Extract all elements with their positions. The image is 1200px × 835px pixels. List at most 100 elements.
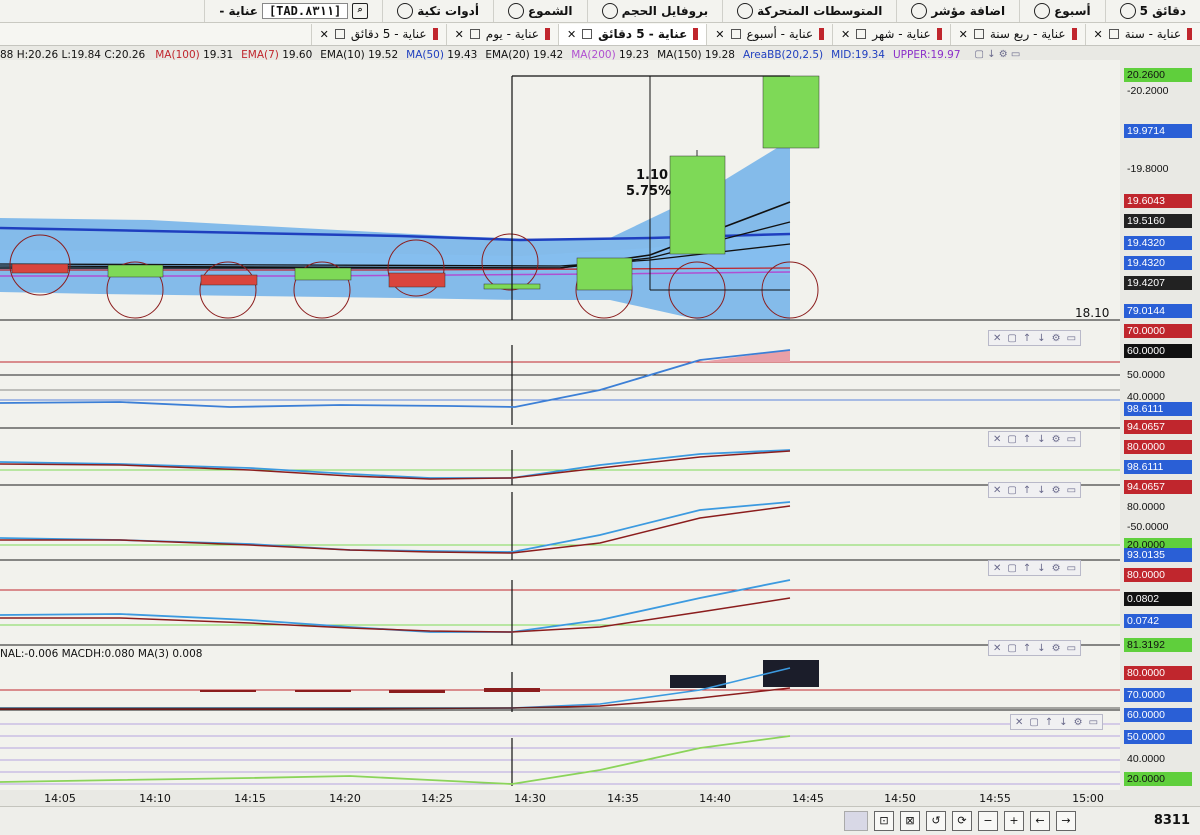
close-icon[interactable]: ✕ (993, 333, 1001, 344)
tab-2[interactable]: عناية - شهر✕ (832, 24, 950, 45)
tab-maximize-icon[interactable] (974, 29, 984, 39)
tab-label: عناية - يوم (486, 27, 539, 41)
move-up-icon[interactable]: ↑ (1045, 717, 1053, 728)
panel-controls[interactable]: ✕ ▢ ↑ ↓ ⚙ ▭ (988, 640, 1081, 656)
tab-maximize-icon[interactable] (470, 29, 480, 39)
tab-label: عناية - أسبوع (747, 27, 814, 41)
indicator-axis-label: 60.0000 (1124, 344, 1192, 358)
panel-controls[interactable]: ✕ ▢ ↑ ↓ ⚙ ▭ (988, 482, 1081, 498)
close-icon[interactable]: ✕ (1015, 717, 1023, 728)
tab-close-icon[interactable]: ✕ (841, 28, 850, 41)
move-down-icon[interactable]: ↓ (1037, 563, 1045, 574)
move-up-icon[interactable]: ↑ (1023, 434, 1031, 445)
tab-1[interactable]: عناية - ربع سنة✕ (950, 24, 1085, 45)
pan-icon[interactable]: ↺ (926, 811, 946, 831)
move-down-icon[interactable]: ↓ (987, 49, 995, 60)
forward-icon[interactable]: → (1056, 811, 1076, 831)
tab-3[interactable]: عناية - أسبوع ✕ (706, 24, 832, 45)
settings-icon[interactable]: ⚙ (999, 49, 1008, 60)
close-icon[interactable]: ✕ (993, 485, 1001, 496)
tab-close-icon[interactable]: ✕ (455, 28, 464, 41)
more-icon[interactable]: ▭ (1011, 49, 1020, 60)
volume-profile-icon (602, 3, 618, 19)
price-label: 19.4320 (1124, 256, 1192, 270)
toolbar-item-6[interactable]: أدوات تكية (382, 0, 493, 22)
panel-controls[interactable]: ✕ ▢ ↑ ↓ ⚙ ▭ (988, 431, 1081, 447)
tab-close-icon[interactable]: ✕ (1094, 28, 1103, 41)
maximize-icon[interactable]: ▢ (1007, 434, 1016, 445)
more-icon[interactable]: ▭ (1067, 563, 1076, 574)
more-icon[interactable]: ▭ (1067, 434, 1076, 445)
tab-maximize-icon[interactable] (1109, 29, 1119, 39)
move-up-icon[interactable]: ↑ (1023, 563, 1031, 574)
chart-area[interactable] (0, 60, 1120, 790)
close-icon[interactable]: ✕ (993, 563, 1001, 574)
maximize-icon[interactable]: ▢ (1007, 643, 1016, 654)
tab-maximize-icon[interactable] (335, 29, 345, 39)
tab-maximize-icon[interactable] (856, 29, 866, 39)
maximize-icon[interactable]: ▢ (1007, 563, 1016, 574)
tab-5[interactable]: عناية - يوم ✕ (446, 24, 558, 45)
move-down-icon[interactable]: ↓ (1037, 485, 1045, 496)
maximize-icon[interactable]: ▢ (1007, 333, 1016, 344)
scroll-box[interactable] (844, 811, 868, 831)
move-up-icon[interactable]: ↑ (1023, 485, 1031, 496)
tab-6[interactable]: عناية - 5 دقائق✕ (311, 24, 446, 45)
clock-icon (1120, 3, 1136, 19)
move-down-icon[interactable]: ↓ (1037, 434, 1045, 445)
zoom-fit-icon[interactable]: ⊡ (874, 811, 894, 831)
move-down-icon[interactable]: ↓ (1059, 717, 1067, 728)
indicator-icon (911, 3, 927, 19)
zoom-in-icon[interactable]: + (1004, 811, 1024, 831)
close-icon[interactable]: ✕ (993, 434, 1001, 445)
tab-4[interactable]: عناية - 5 دقائق✕ (558, 24, 706, 45)
more-icon[interactable]: ▭ (1089, 717, 1098, 728)
settings-icon[interactable]: ⚙ (1052, 643, 1061, 654)
panel-controls[interactable]: ✕ ▢ ↑ ↓ ⚙ ▭ (988, 560, 1081, 576)
toolbar-item-2[interactable]: اضافة مؤشر (896, 0, 1019, 22)
indicator-axis-label: 50.0000 (1124, 730, 1192, 744)
move-down-icon[interactable]: ↓ (1037, 643, 1045, 654)
price-label: 19.9714 (1124, 124, 1192, 138)
price-label: 19.4320 (1124, 236, 1192, 250)
more-icon[interactable]: ▭ (1067, 643, 1076, 654)
back-icon[interactable]: ← (1030, 811, 1050, 831)
search-icon[interactable]: ⌕ (352, 3, 368, 19)
move-down-icon[interactable]: ↓ (1037, 333, 1045, 344)
panel-controls[interactable]: ✕ ▢ ↑ ↓ ⚙ ▭ (988, 330, 1081, 346)
tab-close-icon[interactable]: ✕ (715, 28, 724, 41)
zoom-out-icon[interactable]: − (978, 811, 998, 831)
toolbar-item-3[interactable]: المتوسطات المتحركة (722, 0, 896, 22)
move-up-icon[interactable]: ↑ (1023, 333, 1031, 344)
close-icon[interactable]: ✕ (993, 643, 1001, 654)
indicator-axis-label: 80.0000 (1124, 500, 1192, 514)
toolbar-item-5[interactable]: الشموع (493, 0, 587, 22)
maximize-icon[interactable]: ▢ (1029, 717, 1038, 728)
maximize-icon[interactable]: ▢ (975, 49, 984, 60)
settings-icon[interactable]: ⚙ (1052, 563, 1061, 574)
tab-flag-icon (433, 28, 438, 40)
tab-maximize-icon[interactable] (731, 29, 741, 39)
more-icon[interactable]: ▭ (1067, 485, 1076, 496)
panel-controls[interactable]: ✕ ▢ ↑ ↓ ⚙ ▭ (1010, 714, 1103, 730)
settings-icon[interactable]: ⚙ (1074, 717, 1083, 728)
move-up-icon[interactable]: ↑ (1023, 643, 1031, 654)
toolbar-item-1[interactable]: أسبوع (1019, 0, 1105, 22)
settings-icon[interactable]: ⚙ (1052, 434, 1061, 445)
tab-maximize-icon[interactable] (582, 29, 592, 39)
more-icon[interactable]: ▭ (1067, 333, 1076, 344)
price-label: 19.4207 (1124, 276, 1192, 290)
zoom-reset-icon[interactable]: ⊠ (900, 811, 920, 831)
indicator-axis-label: 93.0135 (1124, 548, 1192, 562)
toolbar-item-0[interactable]: 5 دقائق (1105, 0, 1200, 22)
settings-icon[interactable]: ⚙ (1052, 485, 1061, 496)
settings-icon[interactable]: ⚙ (1052, 333, 1061, 344)
toolbar-item-4[interactable]: بروفايل الحجم (587, 0, 723, 22)
tab-close-icon[interactable]: ✕ (959, 28, 968, 41)
tab-close-icon[interactable]: ✕ (567, 28, 576, 41)
tab-close-icon[interactable]: ✕ (320, 28, 329, 41)
refresh-icon[interactable]: ⟳ (952, 811, 972, 831)
symbol-code-box[interactable]: [TAD.٨٣١١] (262, 3, 348, 19)
tab-0[interactable]: عناية - سنة✕ (1085, 24, 1200, 45)
maximize-icon[interactable]: ▢ (1007, 485, 1016, 496)
